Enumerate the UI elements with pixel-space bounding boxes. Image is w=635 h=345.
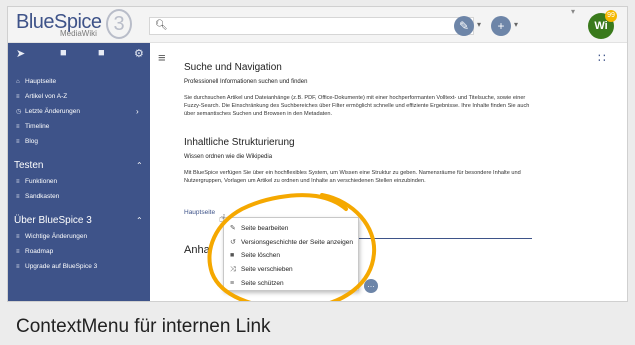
sidebar: ➤ ■ ■ ⚙ ⌂ Hauptseite ≡ Artikel von A-Z ◷ Le… xyxy=(8,43,150,301)
context-menu: ✎ Seite bearbeiten ↺ Versionsgeschichte de… xyxy=(223,217,359,291)
list-icon: ≡ xyxy=(16,264,20,270)
chevron-down-icon: ▾ xyxy=(514,20,519,29)
history-icon: ↺ xyxy=(230,239,236,246)
sidebar-toolbar: ➤ ■ ■ ⚙ xyxy=(8,43,150,65)
sidebar-item-wichtige-aenderungen[interactable]: ≡ Wichtige Änderungen xyxy=(16,233,87,240)
sidebar-section-testen[interactable]: Testen xyxy=(14,160,43,171)
bluespice-logo[interactable]: BlueSpice MediaWiki 3 xyxy=(16,9,136,39)
ellipsis-icon: … xyxy=(367,280,375,289)
ctx-edit-page[interactable]: ✎ Seite bearbeiten xyxy=(230,224,288,232)
logo-sub: MediaWiki xyxy=(60,29,97,38)
heading-struktur: Inhaltliche Strukturierung xyxy=(184,137,295,148)
apps-grid-icon[interactable]: ∷ xyxy=(598,51,606,65)
gear-icon[interactable]: ⚙ xyxy=(134,47,144,60)
plus-icon: + xyxy=(497,19,505,33)
list-icon: ≡ xyxy=(16,179,20,185)
clock-icon: ◷ xyxy=(16,109,22,115)
logo-version: 3 xyxy=(106,9,132,39)
sidebar-item-funktionen[interactable]: ≡ Funktionen xyxy=(16,178,57,185)
search-input[interactable]: 🔍︎ xyxy=(149,17,474,35)
sidebar-item-artikel[interactable]: ≡ Artikel von A-Z xyxy=(16,93,67,100)
image-caption: ContextMenu für internen Link xyxy=(16,316,271,337)
sidebar-item-blog[interactable]: ≡ Blog xyxy=(16,138,38,145)
ctx-protect-page[interactable]: ≡ Seite schützen xyxy=(230,280,284,287)
list-icon: ≡ xyxy=(16,124,20,130)
sidebar-item-sandkasten[interactable]: ≡ Sandkasten xyxy=(16,193,59,200)
pencil-icon: ✎ xyxy=(230,225,236,232)
top-bar: BlueSpice MediaWiki 3 🔍︎ ✎ ▾ + ▾ ▾ Wi 99 xyxy=(8,7,627,43)
screenshot: BlueSpice MediaWiki 3 🔍︎ ✎ ▾ + ▾ ▾ Wi 99… xyxy=(7,6,628,302)
subheading-struktur: Wissen ordnen wie die Wikipedia xyxy=(184,154,273,160)
internal-link[interactable]: Hauptseite xyxy=(184,209,215,216)
list-icon: ≡ xyxy=(16,249,20,255)
edit-menu-button[interactable]: ✎ xyxy=(454,16,474,36)
sidebar-item-roadmap[interactable]: ≡ Roadmap xyxy=(16,248,53,255)
chevron-right-icon[interactable]: › xyxy=(136,107,139,116)
list-icon: ≡ xyxy=(16,94,20,100)
search-icon: 🔍︎ xyxy=(155,20,168,31)
ctx-delete-page[interactable]: ■ Seite löschen xyxy=(230,252,280,259)
sidebar-item-timeline[interactable]: ≡ Timeline xyxy=(16,123,49,130)
sidebar-item-hauptseite[interactable]: ⌂ Hauptseite xyxy=(16,78,56,85)
hand-cursor-icon: ☝ xyxy=(219,213,226,225)
home-icon: ⌂ xyxy=(16,79,20,85)
move-icon: ⤨ xyxy=(230,266,236,273)
ctx-page-history[interactable]: ↺ Versionsgeschichte der Seite anzeigen xyxy=(230,238,353,246)
chevron-up-icon[interactable]: ⌃ xyxy=(136,216,143,225)
add-menu-button[interactable]: + xyxy=(491,16,511,36)
list-icon: ≡ xyxy=(16,139,20,145)
pencil-icon: ✎ xyxy=(458,19,470,33)
heading-anhang: Anha xyxy=(184,244,210,256)
more-options-button[interactable]: … xyxy=(364,279,378,293)
navigation-icon[interactable]: ➤ xyxy=(16,47,25,60)
heading-suche: Suche und Navigation xyxy=(184,62,282,73)
book-icon[interactable]: ■ xyxy=(60,47,67,59)
sidebar-item-letzte-aenderungen[interactable]: ◷ Letzte Änderungen xyxy=(16,108,80,115)
lock-icon: ≡ xyxy=(230,280,235,287)
subheading-suche: Professionell Informationen suchen und f… xyxy=(184,79,308,85)
paragraph-struktur: Mit BlueSpice verfügen Sie über ein hoch… xyxy=(184,170,521,184)
sidebar-item-upgrade[interactable]: ≡ Upgrade auf BlueSpice 3 xyxy=(16,263,97,270)
trash-icon[interactable]: ■ xyxy=(98,47,105,59)
chevron-down-icon: ▾ xyxy=(571,7,576,16)
ctx-move-page[interactable]: ⤨ Seite verschieben xyxy=(230,266,293,274)
notification-badge[interactable]: 99 xyxy=(605,10,617,22)
list-icon: ≡ xyxy=(16,194,20,200)
list-icon: ≡ xyxy=(16,234,20,240)
menu-icon[interactable]: ≡ xyxy=(158,50,166,65)
paragraph-suche: Sie durchsuchen Artikel und Dateianhänge… xyxy=(184,95,530,117)
chevron-up-icon[interactable]: ⌃ xyxy=(136,161,143,170)
image-frame: BlueSpice MediaWiki 3 🔍︎ ✎ ▾ + ▾ ▾ Wi 99… xyxy=(0,0,635,345)
sidebar-section-ueber[interactable]: Über BlueSpice 3 xyxy=(14,215,92,226)
trash-icon: ■ xyxy=(230,252,235,259)
chevron-down-icon: ▾ xyxy=(477,20,482,29)
